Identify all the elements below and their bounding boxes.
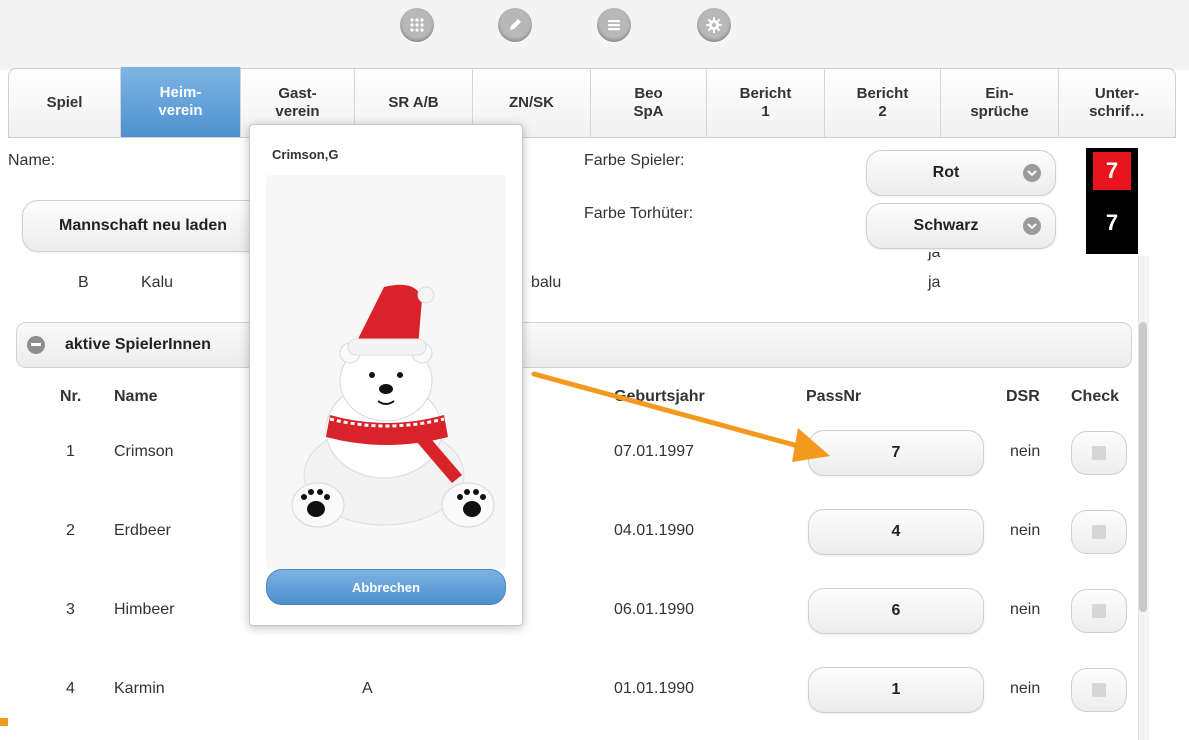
row-nr: 4 <box>66 680 75 697</box>
pass-number: 1 <box>891 681 901 698</box>
name-label: Name: <box>8 152 56 169</box>
row-nr: 2 <box>66 522 75 539</box>
pass-number: 7 <box>891 444 901 461</box>
official-flag: ja <box>928 274 941 291</box>
row-name: Himbeer <box>114 601 175 618</box>
official-extra: balu <box>531 274 562 291</box>
player-photo-popup: Crimson,G Abbrechen <box>249 124 523 626</box>
top-toolbar <box>0 0 1189 70</box>
check-toggle[interactable] <box>1071 510 1127 554</box>
row-dsr: nein <box>1010 680 1041 697</box>
pencil-icon[interactable] <box>498 8 532 42</box>
player-color-select[interactable]: Rot <box>866 150 1056 196</box>
player-color-value: Rot <box>932 164 960 181</box>
official-row-partial: ja <box>0 252 1136 262</box>
section-title: aktive SpielerInnen <box>65 336 211 353</box>
chevron-down-icon <box>1023 217 1041 235</box>
active-players-section[interactable]: aktive SpielerInnen <box>16 322 1132 368</box>
tab-unterschrift[interactable]: Unter- schrif… <box>1059 69 1175 137</box>
player-photo <box>266 175 506 569</box>
tab-bericht-2[interactable]: Bericht 2 <box>825 69 941 137</box>
check-toggle[interactable] <box>1071 668 1127 712</box>
header-name: Name <box>114 388 158 405</box>
row-nr: 1 <box>66 443 75 460</box>
player-color-label: Farbe Spieler: <box>584 152 685 169</box>
check-toggle[interactable] <box>1071 431 1127 475</box>
pass-number: 4 <box>891 523 901 540</box>
edge-marker <box>0 718 8 726</box>
row-mid: A <box>362 680 373 697</box>
official-flag-partial: ja <box>928 252 941 261</box>
tab-spiel[interactable]: Spiel <box>9 69 121 137</box>
keeper-color-select[interactable]: Schwarz <box>866 203 1056 249</box>
keeper-number-box: 7 <box>1093 204 1131 242</box>
row-dsr: nein <box>1010 522 1041 539</box>
annotation-arrow-icon <box>531 371 830 462</box>
keeper-color-value: Schwarz <box>913 217 979 234</box>
tab-bericht-1[interactable]: Bericht 1 <box>707 69 825 137</box>
list-icon[interactable] <box>597 8 631 42</box>
keeper-color-label: Farbe Torhüter: <box>584 205 694 222</box>
check-toggle[interactable] <box>1071 589 1127 633</box>
scrollbar-thumb[interactable] <box>1139 322 1147 612</box>
chevron-down-icon <box>1023 164 1041 182</box>
header-nr: Nr. <box>60 388 82 405</box>
row-dsr: nein <box>1010 601 1041 618</box>
row-dsr: nein <box>1010 443 1041 460</box>
pass-number: 6 <box>891 602 901 619</box>
row-nr: 3 <box>66 601 75 618</box>
collapse-icon[interactable] <box>27 336 45 354</box>
row-name: Crimson <box>114 443 174 460</box>
tab-beo-spa[interactable]: Beo SpA <box>591 69 707 137</box>
row-name: Karmin <box>114 680 165 697</box>
gear-icon[interactable] <box>697 8 731 42</box>
reload-team-label: Mannschaft neu laden <box>59 217 228 234</box>
popup-title: Crimson,G <box>272 147 339 162</box>
tab-heimverein[interactable]: Heim- verein <box>121 67 241 137</box>
official-name: Kalu <box>141 274 174 291</box>
row-birth: 01.01.1990 <box>614 680 695 697</box>
row-birth: 04.01.1990 <box>614 522 695 539</box>
player-number-box: 7 <box>1093 152 1131 190</box>
official-letter: B <box>78 274 89 291</box>
tab-bar: Spiel Heim- verein Gast- verein SR A/B Z… <box>8 67 1176 138</box>
row-birth: 06.01.1990 <box>614 601 695 618</box>
row-name: Erdbeer <box>114 522 171 539</box>
pass-number-button[interactable]: 4 <box>808 509 984 555</box>
header-dsr: DSR <box>1006 388 1040 405</box>
pass-number-button[interactable]: 1 <box>808 667 984 713</box>
polar-bear-icon <box>291 284 495 528</box>
grid-icon[interactable] <box>400 8 434 42</box>
pass-number-button[interactable]: 6 <box>808 588 984 634</box>
cancel-button[interactable]: Abbrechen <box>266 569 506 605</box>
reload-team-button[interactable]: Mannschaft neu laden <box>22 200 282 252</box>
tab-einsprueche[interactable]: Ein- sprüche <box>941 69 1059 137</box>
header-check: Check <box>1071 388 1120 405</box>
